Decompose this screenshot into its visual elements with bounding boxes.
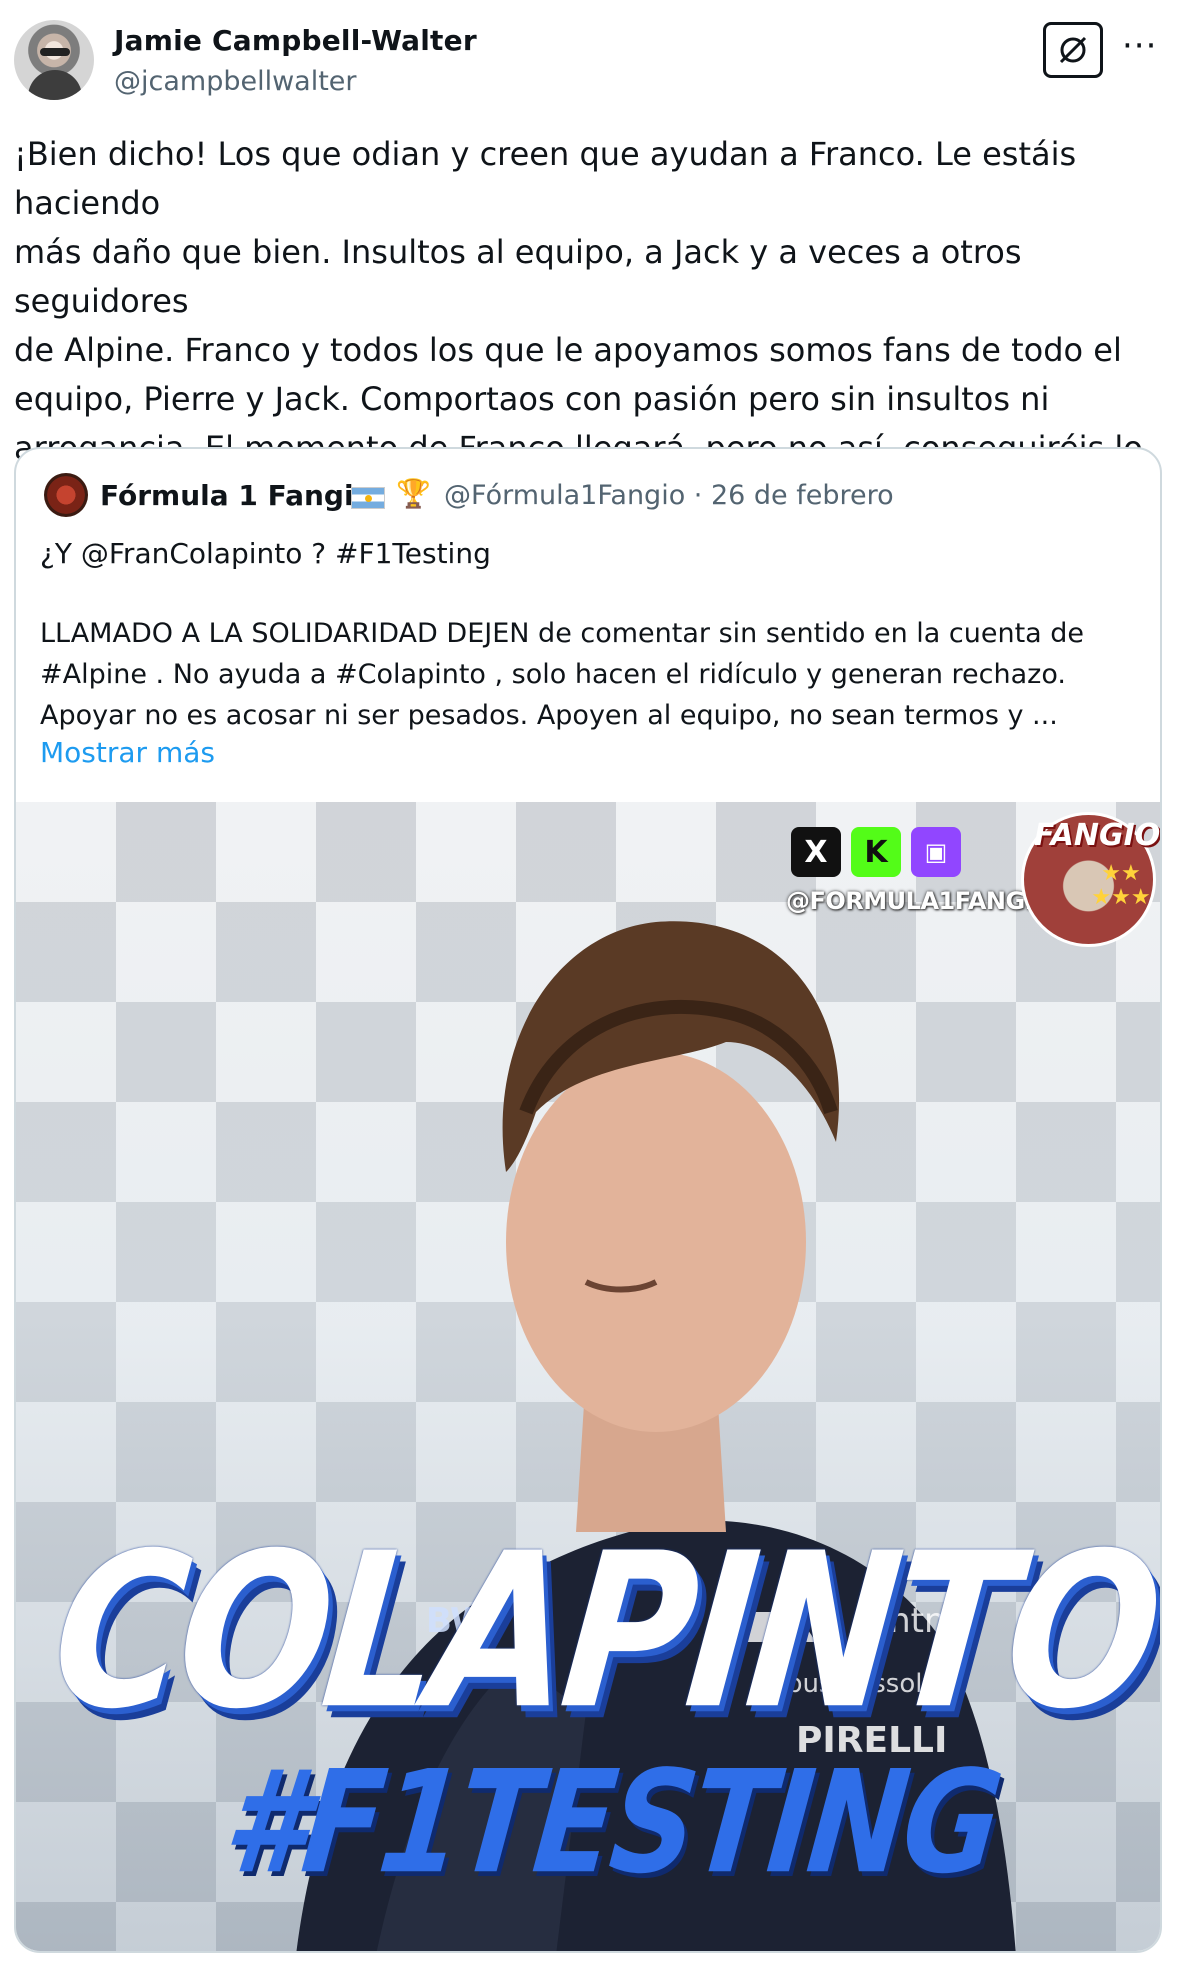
grok-button[interactable]: [1043, 22, 1103, 78]
twitch-logo-icon: ▣: [911, 827, 961, 877]
quote-image[interactable]: PIRELLI businessolver mntn BWT X K ▣ @FO…: [16, 802, 1162, 1951]
author-name[interactable]: Jamie Campbell-Walter: [114, 24, 477, 57]
fangio-stars: ★★ ★★★: [1091, 861, 1151, 910]
argentina-flag-icon: [351, 487, 385, 509]
author-handle[interactable]: @jcampbellwalter: [114, 66, 357, 97]
quote-handle-date: @Fórmula1Fangio · 26 de febrero: [444, 480, 894, 511]
quote-body: LLAMADO A LA SOLIDARIDAD DEJEN de coment…: [40, 618, 1085, 731]
social-logos: X K ▣: [791, 827, 961, 877]
avatar[interactable]: [14, 20, 94, 100]
grok-icon: [1059, 36, 1087, 64]
kick-logo-icon: K: [851, 827, 901, 877]
fangio-badge-label: FANGIO: [1034, 818, 1161, 853]
quoted-tweet[interactable]: Fórmula 1 Fangio 🏆 @Fórmula1Fangio · 26 …: [14, 447, 1162, 1953]
image-subtitle: #F1TESTING: [217, 1739, 1006, 1905]
quote-first-line: ¿Y @FranColapinto ? #F1Testing: [40, 537, 491, 570]
show-more-link[interactable]: Mostrar más: [40, 736, 215, 769]
quote-avatar[interactable]: [44, 473, 88, 517]
trophy-icon: 🏆: [396, 477, 431, 510]
x-logo-icon: X: [791, 827, 841, 877]
more-icon[interactable]: ···: [1122, 26, 1157, 66]
image-title: COLAPINTO: [43, 1507, 1162, 1756]
tweet: Jamie Campbell-Walter @jcampbellwalter ·…: [0, 0, 1200, 1969]
image-handle: @FORMULA1FANGIO: [786, 887, 1054, 915]
quote-author-name: Fórmula 1 Fangio: [100, 479, 373, 512]
